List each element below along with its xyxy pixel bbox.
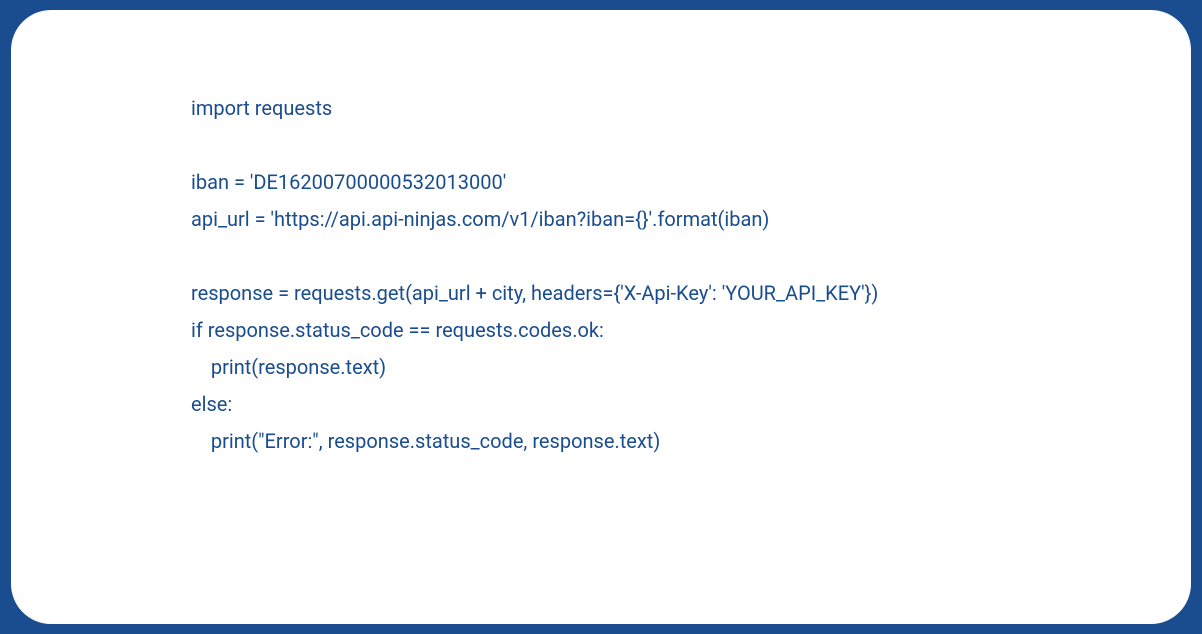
- code-container: import requests iban = 'DE16200700000532…: [11, 10, 1191, 624]
- code-block: import requests iban = 'DE16200700000532…: [191, 90, 1011, 460]
